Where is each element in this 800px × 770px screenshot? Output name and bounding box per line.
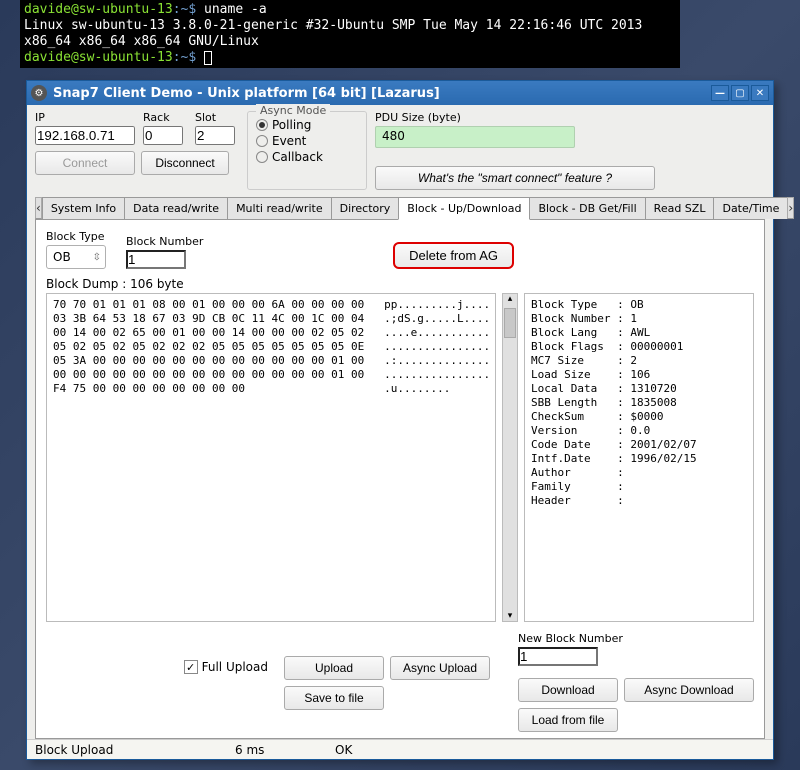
radio-polling[interactable]: Polling xyxy=(256,118,358,132)
save-to-file-button[interactable]: Save to file xyxy=(284,686,384,710)
checkbox-icon: ✓ xyxy=(184,660,198,674)
window-title: Snap7 Client Demo - Unix platform [64 bi… xyxy=(53,86,440,101)
terminal-window: davide@sw-ubuntu-13:~$ uname -a Linux sw… xyxy=(20,0,680,68)
pdu-label: PDU Size (byte) xyxy=(375,111,765,124)
rack-label: Rack xyxy=(143,111,187,124)
pdu-value: 480 xyxy=(375,126,575,148)
tab-strip: ‹ System Info Data read/write Multi read… xyxy=(35,196,765,220)
terminal-cursor-icon xyxy=(204,51,212,65)
radio-event[interactable]: Event xyxy=(256,134,358,148)
tab-block-updown[interactable]: Block - Up/Download xyxy=(398,197,530,220)
tab-system-info[interactable]: System Info xyxy=(42,197,125,219)
tab-scroll-right[interactable]: › xyxy=(787,197,794,219)
dump-label: Block Dump : 106 byte xyxy=(46,277,754,291)
connect-button[interactable]: Connect xyxy=(35,151,135,175)
new-block-input[interactable] xyxy=(518,647,598,666)
tab-directory[interactable]: Directory xyxy=(331,197,400,219)
tab-data-rw[interactable]: Data read/write xyxy=(124,197,228,219)
radio-callback[interactable]: Callback xyxy=(256,150,358,164)
term-prompt: davide@sw-ubuntu-13 xyxy=(24,2,173,17)
block-info: Block Type : OB Block Number : 1 Block L… xyxy=(524,293,754,622)
minimize-button[interactable]: — xyxy=(711,85,729,101)
tab-scroll-left[interactable]: ‹ xyxy=(35,197,42,219)
async-legend: Async Mode xyxy=(256,104,330,117)
app-icon: ⚙ xyxy=(31,85,47,101)
load-from-file-button[interactable]: Load from file xyxy=(518,708,618,732)
status-bar: Block Upload 6 ms OK xyxy=(27,739,773,759)
tab-multi-rw[interactable]: Multi read/write xyxy=(227,197,332,219)
hex-scrollbar[interactable] xyxy=(502,293,518,622)
ip-input[interactable] xyxy=(35,126,135,145)
full-upload-check[interactable]: ✓ Full Upload xyxy=(184,660,268,674)
status-time: 6 ms xyxy=(227,743,327,757)
tab-read-szl[interactable]: Read SZL xyxy=(645,197,715,219)
close-button[interactable]: ✕ xyxy=(751,85,769,101)
titlebar[interactable]: ⚙ Snap7 Client Demo - Unix platform [64 … xyxy=(27,81,773,105)
smart-connect-button[interactable]: What's the "smart connect" feature ? xyxy=(375,166,655,190)
download-button[interactable]: Download xyxy=(518,678,618,702)
hex-dump[interactable]: 70 70 01 01 01 08 00 01 00 00 00 6A 00 0… xyxy=(46,293,496,622)
status-result: OK xyxy=(327,743,360,757)
disconnect-button[interactable]: Disconnect xyxy=(141,151,229,175)
async-upload-button[interactable]: Async Upload xyxy=(390,656,490,680)
maximize-button[interactable]: ▢ xyxy=(731,85,749,101)
tab-body: Block Type OB Block Number Delete from A… xyxy=(35,220,765,739)
block-number-label: Block Number xyxy=(126,235,203,248)
block-type-select[interactable]: OB xyxy=(46,245,106,269)
block-type-label: Block Type xyxy=(46,230,106,243)
slot-label: Slot xyxy=(195,111,239,124)
block-number-input[interactable] xyxy=(126,250,186,269)
tab-datetime[interactable]: Date/Time xyxy=(713,197,788,219)
app-window: ⚙ Snap7 Client Demo - Unix platform [64 … xyxy=(26,80,774,760)
rack-input[interactable] xyxy=(143,126,183,145)
ip-label: IP xyxy=(35,111,135,124)
delete-from-ag-button[interactable]: Delete from AG xyxy=(393,242,514,269)
tab-block-db[interactable]: Block - DB Get/Fill xyxy=(529,197,645,219)
status-action: Block Upload xyxy=(27,743,227,757)
upload-button[interactable]: Upload xyxy=(284,656,384,680)
new-block-label: New Block Number xyxy=(518,632,754,645)
slot-input[interactable] xyxy=(195,126,235,145)
async-download-button[interactable]: Async Download xyxy=(624,678,754,702)
